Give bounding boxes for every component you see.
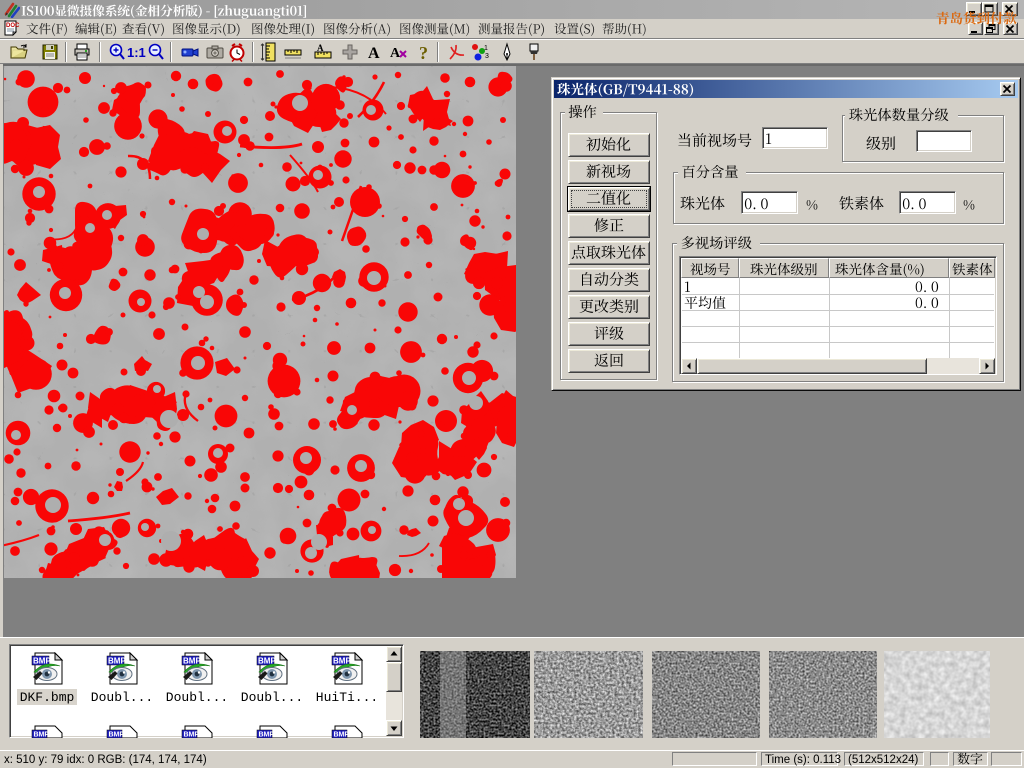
svg-text:BMP: BMP bbox=[334, 732, 350, 739]
svg-text:A: A bbox=[368, 45, 380, 62]
svg-text:BMP: BMP bbox=[109, 732, 125, 739]
svg-text:BMP: BMP bbox=[259, 732, 275, 739]
svg-text:1:1: 1:1 bbox=[127, 45, 146, 60]
svg-text:DOC: DOC bbox=[6, 23, 20, 29]
svg-text:3: 3 bbox=[485, 53, 489, 60]
svg-text:A: A bbox=[317, 43, 324, 53]
svg-text:A: A bbox=[390, 46, 401, 61]
svg-text:BMP: BMP bbox=[184, 732, 200, 739]
svg-text:1: 1 bbox=[484, 45, 488, 52]
svg-text:?: ? bbox=[419, 43, 428, 62]
svg-text:BMP: BMP bbox=[34, 732, 50, 739]
